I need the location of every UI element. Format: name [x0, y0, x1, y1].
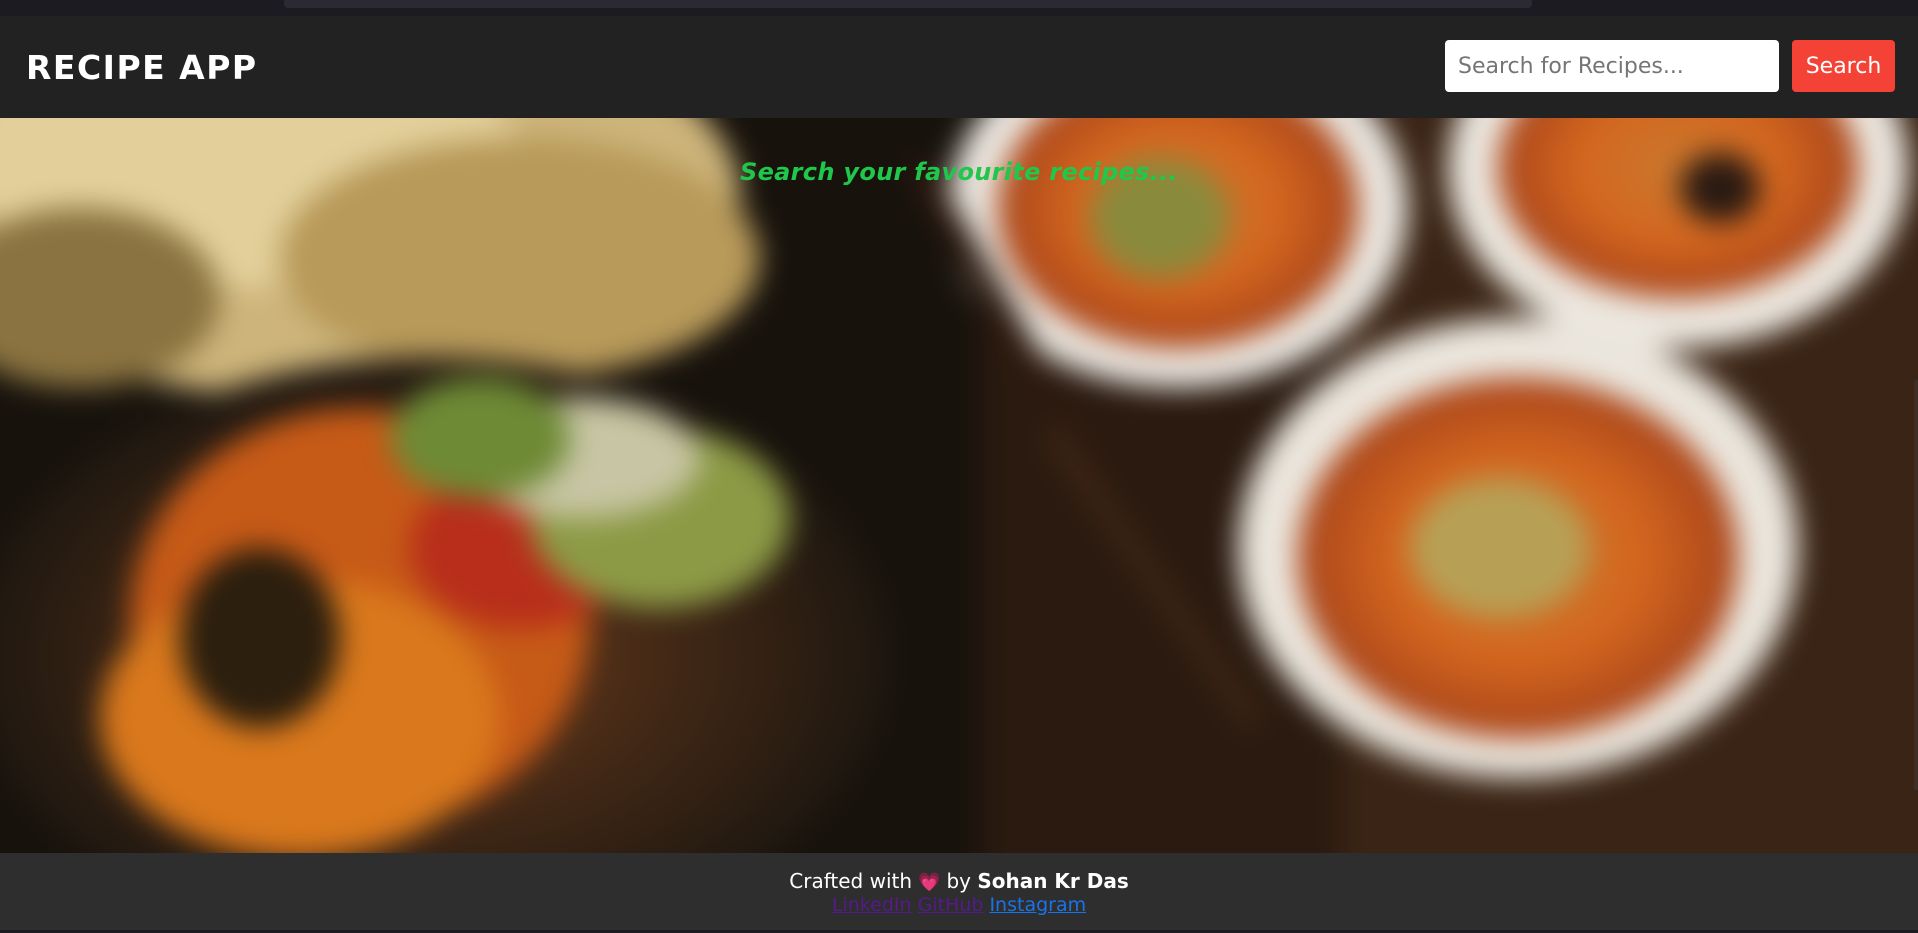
hero-tagline: Search your favourite recipes... [740, 158, 1178, 186]
footer-credit: Crafted with 💗 by Sohan Kr Das [0, 869, 1918, 893]
search-button[interactable]: Search [1792, 40, 1895, 92]
search-input[interactable] [1445, 40, 1779, 92]
navbar: RECIPE APP Search [0, 16, 1918, 118]
app-brand[interactable]: RECIPE APP [26, 48, 258, 87]
linkedin-link[interactable]: LinkedIn [832, 894, 912, 916]
footer: Crafted with 💗 by Sohan Kr Das LinkedIn Gi… [0, 853, 1918, 933]
scrollbar-track[interactable] [1914, 380, 1918, 790]
github-link[interactable]: GitHub [918, 894, 984, 916]
crafted-with-label: Crafted with [789, 869, 913, 893]
hero-banner: Search your favourite recipes... [0, 118, 1918, 853]
heart-icon: 💗 [918, 872, 941, 893]
author-name: Sohan Kr Das [977, 869, 1129, 893]
browser-chrome-strip [0, 0, 1918, 17]
footer-social-links: LinkedIn GitHub Instagram [0, 894, 1918, 916]
by-label: by [946, 869, 971, 893]
hero-food-image [0, 118, 1918, 853]
instagram-link[interactable]: Instagram [989, 894, 1086, 916]
browser-address-bar[interactable] [284, 0, 1532, 8]
